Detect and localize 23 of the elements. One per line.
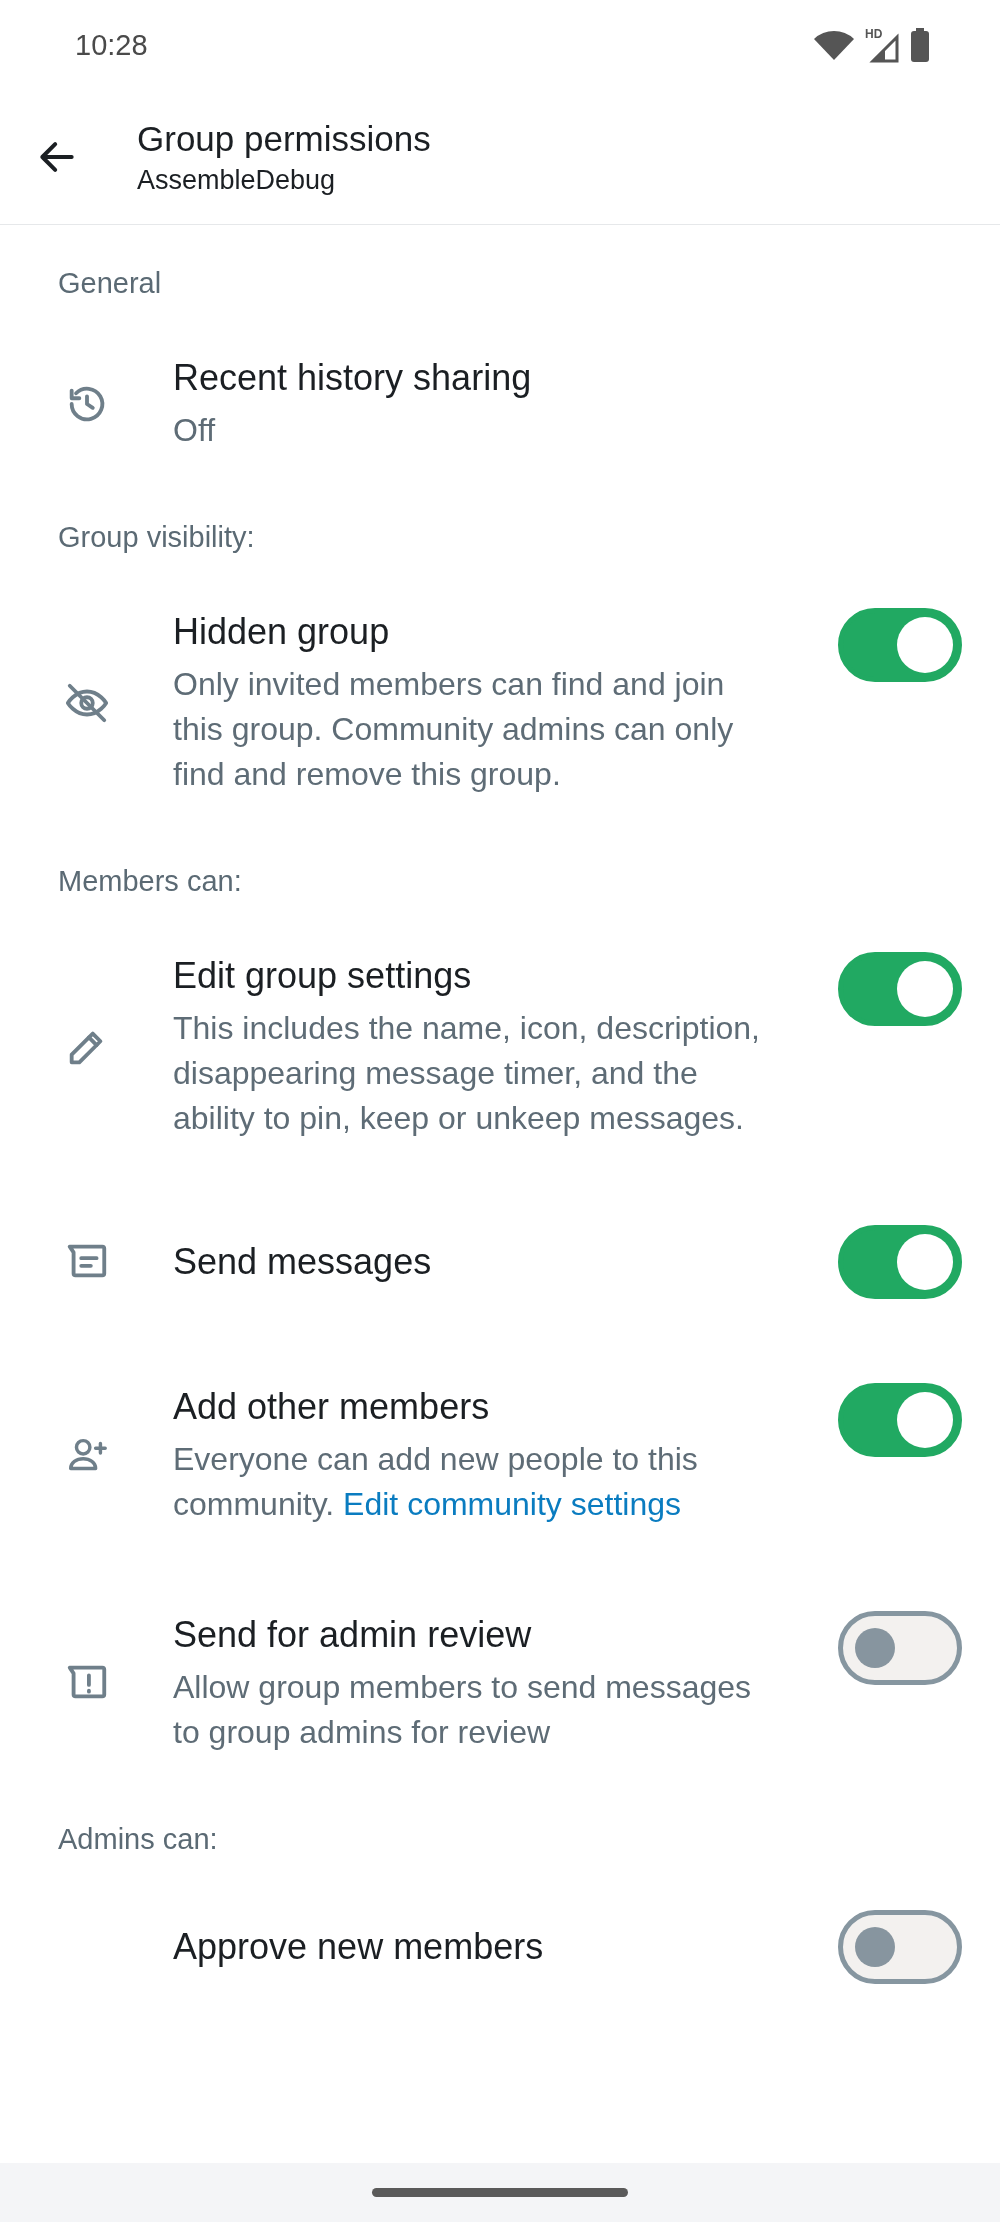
wifi-icon — [814, 30, 854, 60]
setting-title: Recent history sharing — [173, 356, 533, 400]
setting-title: Send for admin review — [173, 1613, 533, 1657]
section-header: Members can: — [57, 864, 243, 899]
setting-title: Add other members — [173, 1385, 491, 1429]
page-subtitle: AssembleDebug — [137, 164, 337, 196]
battery-icon — [910, 28, 930, 62]
section-header: General — [57, 266, 163, 301]
status-time: 10:28 — [75, 28, 148, 62]
setting-title: Send messages — [173, 1240, 433, 1284]
section-header: Group visibility: — [57, 520, 256, 555]
setting-title: Hidden group — [173, 610, 391, 654]
section-header: Admins can: — [57, 1822, 219, 1857]
gesture-handle[interactable] — [372, 2188, 628, 2197]
setting-title: Approve new members — [173, 1925, 545, 1969]
page-title: Group permissions — [137, 118, 431, 159]
setting-description: Everyone can add new people to this community. Edit community settings — [173, 1440, 699, 1524]
setting-description: This includes the name, icon, description, disappearing message timer, and the ability to pin, keep or unkeep messages. — [173, 1009, 761, 1138]
setting-value: Off — [173, 411, 217, 450]
settings-link[interactable]: Edit community settings — [343, 1486, 681, 1522]
setting-description: Allow group members to send messages to group admins for review — [173, 1668, 753, 1752]
setting-description: Only invited members can find and join this group. Community admins can only find and remove this group. — [173, 665, 735, 794]
setting-title: Edit group settings — [173, 954, 473, 998]
